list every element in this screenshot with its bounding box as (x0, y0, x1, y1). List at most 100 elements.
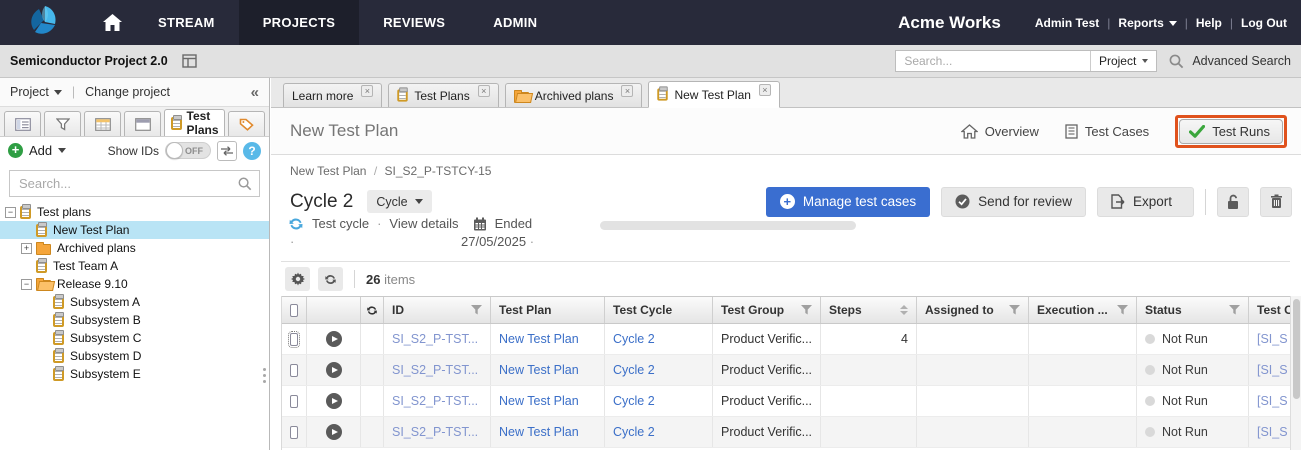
execute-run-icon[interactable] (326, 331, 342, 347)
advanced-search-link[interactable]: Advanced Search (1192, 54, 1291, 68)
tree-item-subsystem-c[interactable]: Subsystem C (0, 329, 269, 347)
test-plan-link[interactable]: New Test Plan (499, 425, 579, 439)
test-run-id-link[interactable]: SI_S2_P-TST... (392, 363, 478, 377)
test-case-link[interactable]: [SI_S (1257, 363, 1288, 377)
tab-test-plans[interactable]: Test Plans × (388, 83, 498, 107)
chevron-down-icon[interactable] (58, 148, 66, 153)
test-case-link[interactable]: [SI_S (1257, 425, 1288, 439)
execute-run-icon[interactable] (326, 424, 342, 440)
tree-item-archived-plans[interactable]: Archived plans (0, 239, 269, 257)
nav-item-reviews[interactable]: REVIEWS (359, 0, 469, 45)
test-plan-link[interactable]: New Test Plan (499, 363, 579, 377)
filter-icon[interactable] (1117, 305, 1128, 315)
select-all-checkbox[interactable] (290, 304, 298, 317)
table-settings-button[interactable] (285, 267, 310, 291)
row-checkbox[interactable] (290, 364, 298, 377)
column-header-test-plan[interactable]: Test Plan (491, 297, 605, 323)
manage-test-cases-button[interactable]: + Manage test cases (766, 187, 930, 217)
filter-icon[interactable] (801, 305, 812, 315)
breadcrumb-parent[interactable]: New Test Plan (290, 164, 366, 178)
tree-item-new-test-plan[interactable]: New Test Plan (0, 221, 269, 239)
home-icon[interactable] (90, 0, 134, 45)
row-checkbox[interactable] (290, 395, 298, 408)
sidebar-search-input[interactable] (10, 176, 238, 191)
panel-layout-icon[interactable] (182, 54, 197, 68)
filter-tab[interactable] (44, 111, 81, 136)
refresh-header-cell[interactable] (361, 297, 384, 323)
test-plan-link[interactable]: New Test Plan (499, 394, 579, 408)
scrollbar-thumb[interactable] (1293, 299, 1300, 399)
column-header-status[interactable]: Status (1137, 297, 1249, 323)
show-ids-toggle[interactable]: OFF (165, 142, 211, 159)
test-plans-tab[interactable]: Test Plans (164, 109, 225, 136)
project-menu[interactable]: Project (10, 85, 62, 99)
nav-item-stream[interactable]: STREAM (134, 0, 239, 45)
unlock-button[interactable] (1217, 187, 1249, 217)
column-header-test-case[interactable]: Test C (1249, 297, 1290, 323)
column-header-execution[interactable]: Execution ... (1029, 297, 1137, 323)
tab-archived-plans[interactable]: Archived plans × (505, 83, 643, 107)
test-runs-button[interactable]: Test Runs (1179, 119, 1283, 144)
tree-item-subsystem-a[interactable]: Subsystem A (0, 293, 269, 311)
search-scope-select[interactable]: Project (1090, 51, 1156, 71)
navigation-tree-tab[interactable] (4, 111, 41, 136)
panel-resize-handle[interactable] (263, 368, 267, 383)
expand-expander-icon[interactable] (21, 243, 32, 254)
close-icon[interactable]: × (759, 84, 771, 96)
column-header-assigned-to[interactable]: Assigned to (917, 297, 1029, 323)
add-button[interactable]: Add (29, 143, 52, 158)
reports-menu[interactable]: Reports (1118, 16, 1176, 30)
nav-item-projects[interactable]: PROJECTS (239, 0, 359, 45)
user-menu[interactable]: Admin Test (1035, 16, 1099, 30)
help-icon[interactable]: ? (243, 142, 261, 160)
tree-item-test-plans[interactable]: Test plans (0, 203, 269, 221)
refresh-table-button[interactable] (318, 267, 343, 291)
sync-ids-button[interactable] (217, 141, 237, 161)
execute-run-icon[interactable] (326, 362, 342, 378)
close-icon[interactable]: × (478, 85, 490, 97)
sort-icon[interactable] (900, 305, 908, 315)
overview-link[interactable]: Overview (961, 124, 1039, 139)
column-header-test-cycle[interactable]: Test Cycle (605, 297, 713, 323)
tab-new-test-plan[interactable]: New Test Plan × (648, 81, 779, 108)
tree-item-release-9-10[interactable]: Release 9.10 (0, 275, 269, 293)
close-icon[interactable]: × (361, 85, 373, 97)
row-checkbox[interactable] (290, 333, 298, 346)
row-checkbox[interactable] (290, 426, 298, 439)
test-run-id-link[interactable]: SI_S2_P-TST... (392, 425, 478, 439)
export-button[interactable]: Export (1097, 187, 1194, 217)
collapse-sidebar-button[interactable]: « (251, 84, 259, 101)
test-cycle-link[interactable]: Cycle 2 (613, 332, 655, 346)
collapse-expander-icon[interactable] (21, 279, 32, 290)
collapse-expander-icon[interactable] (5, 207, 16, 218)
logout-link[interactable]: Log Out (1241, 16, 1287, 30)
column-header-steps[interactable]: Steps (821, 297, 917, 323)
filter-icon[interactable] (1009, 305, 1020, 315)
delete-button[interactable] (1260, 187, 1292, 217)
test-plan-link[interactable]: New Test Plan (499, 332, 579, 346)
test-case-link[interactable]: [SI_S (1257, 394, 1288, 408)
send-for-review-button[interactable]: Send for review (941, 187, 1086, 217)
global-search-input[interactable] (896, 54, 1090, 68)
search-icon[interactable] (1169, 54, 1184, 69)
column-header-id[interactable]: ID (384, 297, 491, 323)
filter-icon[interactable] (1229, 305, 1240, 315)
test-run-id-link[interactable]: SI_S2_P-TST... (392, 332, 478, 346)
app-logo[interactable] (0, 0, 90, 45)
change-project-link[interactable]: Change project (85, 85, 170, 99)
tree-item-subsystem-b[interactable]: Subsystem B (0, 311, 269, 329)
view-details-link[interactable]: View details (389, 216, 458, 231)
test-case-link[interactable]: [SI_S (1257, 332, 1288, 346)
tags-tab[interactable] (228, 111, 265, 136)
tree-item-subsystem-d[interactable]: Subsystem D (0, 347, 269, 365)
test-cycle-link[interactable]: Cycle 2 (613, 394, 655, 408)
filter-icon[interactable] (471, 305, 482, 315)
help-link[interactable]: Help (1196, 16, 1222, 30)
table-scrollbar[interactable] (1290, 296, 1301, 450)
tree-item-test-team-a[interactable]: Test Team A (0, 257, 269, 275)
close-icon[interactable]: × (621, 85, 633, 97)
tree-item-subsystem-e[interactable]: Subsystem E (0, 365, 269, 383)
tab-learn-more[interactable]: Learn more × (283, 83, 382, 107)
panel-view-tab[interactable] (124, 111, 161, 136)
test-cycle-link[interactable]: Cycle 2 (613, 425, 655, 439)
